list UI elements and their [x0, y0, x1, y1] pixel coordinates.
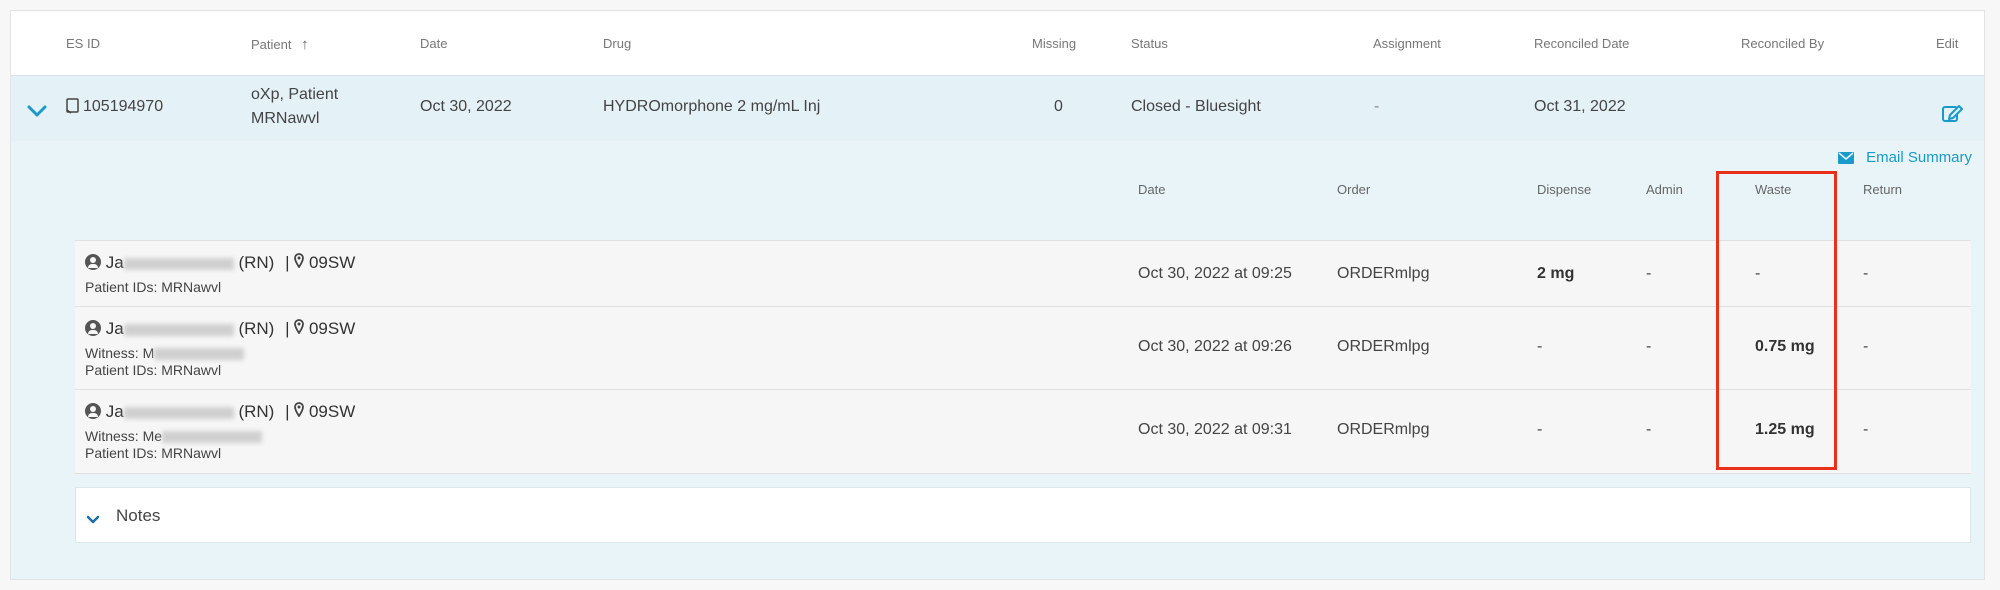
detail-dispense: -	[1537, 421, 1543, 438]
separator: |	[285, 402, 290, 421]
waste-column-highlight	[1716, 171, 1837, 470]
detail-return: -	[1863, 421, 1869, 438]
sort-arrow-icon: ↑	[301, 36, 309, 53]
detail-header-order: Order	[1337, 182, 1371, 197]
user-location: 09SW	[308, 402, 356, 421]
person-icon	[85, 320, 101, 336]
detail-date: Oct 30, 2022 at 09:31	[1138, 421, 1292, 438]
detail-header-admin: Admin	[1646, 182, 1683, 197]
header-missing[interactable]: Missing	[1032, 36, 1076, 51]
transaction-row	[75, 389, 1971, 474]
patient-ids: Patient IDs: MRNawvl	[85, 362, 222, 378]
detail-return: -	[1863, 338, 1869, 355]
detail-dispense: -	[1537, 338, 1543, 355]
user-line: Ja (RN) | 09SW	[85, 402, 355, 422]
row-date: Oct 30, 2022	[420, 98, 512, 115]
header-es-id[interactable]: ES ID	[66, 36, 100, 51]
email-summary-link[interactable]: Email Summary	[1838, 149, 1972, 168]
user-location: 09SW	[308, 253, 356, 272]
detail-header-date: Date	[1138, 182, 1166, 197]
transaction-row	[75, 306, 1971, 390]
witness-label: Witness: Me	[85, 428, 163, 444]
chevron-down-icon[interactable]	[27, 104, 47, 123]
header-edit: Edit	[1936, 36, 1959, 51]
detail-date: Oct 30, 2022 at 09:26	[1138, 338, 1292, 355]
header-drug[interactable]: Drug	[603, 36, 631, 51]
patient-ids: Patient IDs: MRNawvl	[85, 445, 222, 461]
email-summary-label: Email Summary	[1866, 149, 1973, 166]
detail-admin: -	[1646, 421, 1652, 438]
detail-admin: -	[1646, 338, 1652, 355]
redacted-witness	[162, 431, 263, 444]
edit-icon[interactable]	[1942, 103, 1964, 128]
header-status[interactable]: Status	[1131, 36, 1168, 51]
person-icon	[85, 403, 101, 419]
es-id-value: 105194970	[83, 98, 164, 115]
envelope-icon	[1838, 151, 1854, 168]
redacted-name	[123, 323, 234, 336]
detail-return: -	[1863, 265, 1869, 282]
header-date[interactable]: Date	[420, 36, 447, 51]
witness-line: Witness: Me	[85, 428, 263, 444]
patient-ids: Patient IDs: MRNawvl	[85, 279, 222, 295]
transaction-row	[75, 240, 1971, 307]
user-role: (RN)	[238, 402, 275, 421]
row-missing: 0	[1054, 98, 1063, 115]
redacted-name	[123, 257, 234, 270]
notes-label[interactable]: Notes	[116, 506, 160, 526]
header-patient-label: Patient	[251, 37, 292, 52]
user-line: Ja (RN) | 09SW	[85, 253, 355, 273]
notes-section[interactable]	[75, 487, 1971, 543]
row-status: Closed - Bluesight	[1131, 98, 1261, 115]
separator: |	[285, 319, 290, 338]
patient-mrn: MRNawvl	[251, 110, 320, 127]
header-reconciled-date[interactable]: Reconciled Date	[1534, 36, 1629, 51]
user-role: (RN)	[238, 319, 275, 338]
user-line: Ja (RN) | 09SW	[85, 319, 355, 339]
header-patient[interactable]: Patient ↑	[251, 36, 309, 53]
detail-dispense: 2 mg	[1537, 265, 1575, 282]
header-assignment[interactable]: Assignment	[1373, 36, 1441, 51]
witness-label: Witness: M	[85, 345, 155, 361]
patient-name: oXp, Patient	[251, 86, 339, 103]
detail-date: Oct 30, 2022 at 09:25	[1138, 265, 1292, 282]
person-icon	[85, 254, 101, 270]
header-reconciled-by[interactable]: Reconciled By	[1741, 36, 1824, 51]
detail-order: ORDERmlpg	[1337, 421, 1430, 438]
chevron-down-icon[interactable]	[86, 512, 100, 530]
detail-order: ORDERmlpg	[1337, 265, 1430, 282]
user-location: 09SW	[308, 319, 356, 338]
redacted-witness	[154, 348, 245, 361]
detail-header-return: Return	[1863, 182, 1903, 197]
map-pin-icon	[294, 253, 305, 272]
detail-order: ORDERmlpg	[1337, 338, 1430, 355]
row-reconciled-date: Oct 31, 2022	[1534, 98, 1626, 115]
detail-admin: -	[1646, 265, 1652, 282]
user-role: (RN)	[238, 253, 275, 272]
row-drug: HYDROmorphone 2 mg/mL Inj	[603, 98, 821, 115]
row-assignment: -	[1374, 98, 1380, 115]
user-name-prefix: Ja	[105, 402, 124, 421]
user-name-prefix: Ja	[105, 319, 124, 338]
redacted-name	[123, 406, 234, 419]
detail-header-dispense: Dispense	[1537, 182, 1592, 197]
map-pin-icon	[294, 402, 305, 421]
separator: |	[285, 253, 290, 272]
user-name-prefix: Ja	[105, 253, 124, 272]
document-icon[interactable]	[66, 98, 79, 119]
witness-line: Witness: M	[85, 345, 245, 361]
map-pin-icon	[294, 319, 305, 338]
